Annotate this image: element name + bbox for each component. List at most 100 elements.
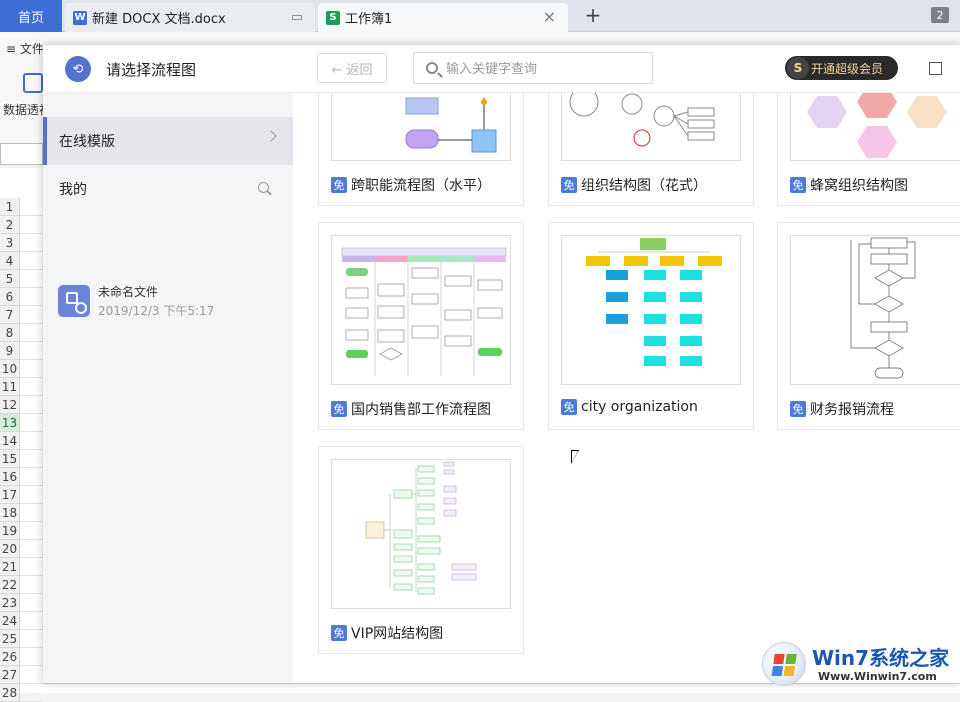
file-menu[interactable]: ≡ 文件	[6, 40, 44, 57]
windows-logo-icon	[762, 642, 806, 686]
free-badge: 免	[561, 177, 577, 193]
grid-line	[20, 413, 43, 414]
template-card[interactable]: 免 蜂窝组织结构图	[777, 93, 960, 206]
watermark-title: Win7系统之家	[812, 642, 949, 671]
tab-bar: 首页 W 新建 DOCX 文档.docx ▭ S 工作簿1 × + 2	[0, 0, 960, 32]
row-header[interactable]: 19	[0, 522, 20, 540]
vip-label: 开通超级会员	[811, 60, 883, 77]
template-thumbnail	[790, 235, 960, 385]
grid-line	[20, 305, 43, 306]
recent-file[interactable]: 未命名文件 2019/12/3 下午5:17	[58, 283, 278, 323]
pivot-table-icon[interactable]	[23, 73, 43, 93]
row-header[interactable]: 22	[0, 576, 20, 594]
row-header[interactable]: 24	[0, 612, 20, 630]
grid-line	[20, 611, 43, 612]
file-name: 未命名文件	[98, 283, 158, 300]
template-card[interactable]: 免 组织结构图（花式）	[548, 93, 754, 206]
template-thumbnail	[331, 93, 511, 161]
template-thumbnail	[561, 235, 741, 385]
template-grid: 免 跨职能流程图（水平） 免	[293, 93, 960, 683]
row-header[interactable]: 26	[0, 648, 20, 666]
row-header[interactable]: 1	[0, 198, 20, 216]
row-header[interactable]: 16	[0, 468, 20, 486]
template-card[interactable]: 免 city organization	[548, 222, 754, 430]
grid-line	[20, 629, 43, 630]
name-box[interactable]	[0, 143, 43, 165]
new-tab-button[interactable]: +	[582, 4, 604, 26]
sidebar-item-online-templates[interactable]: 在线模版	[43, 117, 293, 165]
grid-line	[20, 503, 43, 504]
row-header[interactable]: 13	[0, 414, 20, 432]
row-header[interactable]: 4	[0, 252, 20, 270]
row-header[interactable]: 2	[0, 216, 20, 234]
grid-line	[20, 449, 43, 450]
row-header[interactable]: 15	[0, 450, 20, 468]
row-header[interactable]: 17	[0, 486, 20, 504]
free-badge: 免	[331, 625, 347, 641]
tab-home[interactable]: 首页	[0, 0, 62, 32]
row-header[interactable]: 11	[0, 378, 20, 396]
template-card[interactable]: 免 VIP网站结构图	[318, 446, 524, 654]
template-thumbnail	[331, 235, 511, 385]
template-label: 免 city organization	[561, 399, 698, 415]
vip-button[interactable]: S 开通超级会员	[785, 56, 898, 80]
template-label: 免 蜂窝组织结构图	[790, 175, 908, 195]
watermark-url: Www.Winwin7.com	[818, 670, 937, 683]
grid-line	[20, 647, 43, 648]
search-icon[interactable]	[258, 182, 269, 193]
template-card[interactable]: 免 国内销售部工作流程图	[318, 222, 524, 430]
monitor-icon[interactable]: ▭	[291, 10, 303, 25]
template-name: 蜂窝组织结构图	[810, 175, 908, 195]
ribbon-strip	[0, 33, 960, 45]
search-box[interactable]	[413, 52, 653, 84]
row-header[interactable]: 5	[0, 270, 20, 288]
row-header[interactable]: 20	[0, 540, 20, 558]
row-header[interactable]: 10	[0, 360, 20, 378]
row-header[interactable]: 14	[0, 432, 20, 450]
row-header[interactable]: 7	[0, 306, 20, 324]
close-icon[interactable]: ×	[543, 7, 556, 26]
row-header[interactable]: 8	[0, 324, 20, 342]
grid-line	[20, 377, 43, 378]
row-header[interactable]: 25	[0, 630, 20, 648]
search-input[interactable]	[446, 59, 646, 79]
template-card[interactable]: 免 财务报销流程	[777, 222, 960, 430]
template-label: 免 VIP网站结构图	[331, 623, 443, 643]
template-card[interactable]: 免 跨职能流程图（水平）	[318, 93, 524, 206]
maximize-checkbox[interactable]	[929, 62, 942, 75]
grid-line	[20, 287, 43, 288]
row-header[interactable]: 23	[0, 594, 20, 612]
template-label: 免 组织结构图（花式）	[561, 175, 707, 195]
template-label: 免 财务报销流程	[790, 399, 894, 419]
spreadsheet-grid[interactable]: 1234567891011121314151617181920212223242…	[0, 168, 43, 693]
free-badge: 免	[331, 177, 347, 193]
template-name: 组织结构图（花式）	[581, 175, 707, 195]
grid-line	[20, 359, 43, 360]
template-name: 跨职能流程图（水平）	[351, 175, 491, 195]
free-badge: 免	[561, 399, 577, 415]
grid-line	[20, 395, 43, 396]
free-badge: 免	[790, 177, 806, 193]
row-header[interactable]: 12	[0, 396, 20, 414]
sidebar-item-mine[interactable]: 我的	[43, 165, 293, 213]
grid-line	[20, 593, 43, 594]
dialog-title: 请选择流程图	[106, 59, 196, 80]
grid-line	[20, 575, 43, 576]
row-header[interactable]: 18	[0, 504, 20, 522]
row-header[interactable]: 21	[0, 558, 20, 576]
template-thumbnail	[331, 459, 511, 609]
window-count-badge[interactable]: 2	[931, 7, 949, 23]
row-header[interactable]: 3	[0, 234, 20, 252]
tab-workbook[interactable]: S 工作簿1 ×	[318, 3, 568, 32]
ribbon-left	[0, 45, 43, 145]
grid-line	[20, 269, 43, 270]
grid-line	[20, 665, 43, 666]
grid-line	[20, 521, 43, 522]
row-header[interactable]: 28	[0, 684, 20, 702]
row-header[interactable]: 6	[0, 288, 20, 306]
tab-document[interactable]: W 新建 DOCX 文档.docx ▭	[65, 3, 315, 32]
back-button[interactable]: ← 返回	[317, 53, 387, 83]
search-icon	[426, 62, 438, 74]
row-header[interactable]: 9	[0, 342, 20, 360]
row-header[interactable]: 27	[0, 666, 20, 684]
